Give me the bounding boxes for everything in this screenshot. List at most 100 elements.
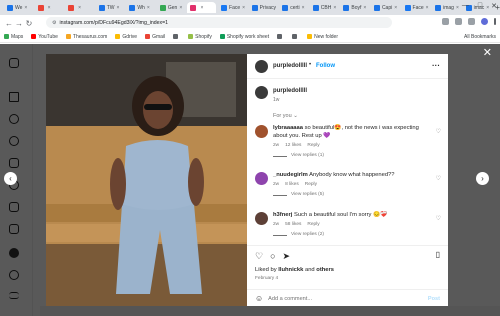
browser-tab[interactable]: CBH ×	[310, 2, 339, 13]
share-icon[interactable]: ➤	[283, 251, 291, 262]
comment-like-icon[interactable]: ♡	[436, 128, 441, 135]
tab-close-icon[interactable]: ×	[456, 5, 459, 11]
comment-likes[interactable]: 12 likes	[285, 143, 301, 149]
follow-button[interactable]: Follow	[316, 63, 335, 69]
emoji-icon[interactable]: ☺	[255, 294, 263, 303]
bookmark-label: New folder	[314, 33, 338, 40]
menu-icon[interactable]	[494, 18, 496, 25]
tab-close-icon[interactable]: ×	[117, 5, 120, 11]
extension-icon[interactable]	[468, 18, 475, 25]
save-icon[interactable]: ▯	[436, 250, 440, 259]
reload-icon[interactable]: ↻	[24, 19, 34, 28]
browser-tab[interactable]: Face ×	[218, 2, 247, 13]
tab-title: CBH	[320, 4, 332, 11]
tab-close-icon[interactable]: ×	[147, 5, 150, 11]
close-window-icon[interactable]: ✕	[491, 2, 497, 10]
browser-tab[interactable]: imag ×	[432, 2, 461, 13]
bookmark-item[interactable]	[173, 34, 180, 39]
back-icon[interactable]: ←	[4, 19, 14, 28]
for-you-label: For you	[273, 113, 292, 119]
bookmark-item[interactable]	[292, 34, 299, 39]
comment-likes[interactable]: 58 likes	[285, 222, 301, 228]
tab-title: Face	[412, 4, 424, 11]
forward-icon[interactable]: →	[14, 19, 24, 28]
author-username[interactable]: purpledolllll	[273, 63, 307, 69]
tab-close-icon[interactable]: ×	[200, 5, 203, 11]
browser-tab[interactable]: Wh ×	[126, 2, 155, 13]
tab-title: certi	[290, 4, 300, 11]
bookmark-label: Gmail	[152, 33, 166, 40]
browser-tab[interactable]: Capi ×	[371, 2, 400, 13]
reply-button[interactable]: Reply	[305, 182, 317, 188]
extension-icon[interactable]	[455, 18, 462, 25]
browser-tab[interactable]: certi ×	[279, 2, 308, 13]
bookmark-item[interactable]: Shopify	[188, 34, 212, 40]
liked-by-user[interactable]: lluhnickk	[278, 267, 303, 273]
bookmark-item[interactable]: YouTube	[31, 34, 58, 40]
close-icon[interactable]: ✕	[483, 46, 492, 59]
commenter-username[interactable]: h3fnerj	[273, 212, 292, 218]
liked-others[interactable]: others	[316, 267, 334, 273]
tab-close-icon[interactable]: ×	[242, 5, 245, 11]
comment-like-icon[interactable]: ♡	[436, 175, 441, 182]
commenter-avatar[interactable]	[255, 172, 268, 185]
profile-icon[interactable]	[481, 18, 488, 25]
like-icon[interactable]: ♡	[255, 251, 263, 262]
tab-close-icon[interactable]: ×	[48, 5, 51, 11]
view-replies[interactable]: View replies (2)	[273, 232, 433, 238]
bookmark-item[interactable]	[277, 34, 284, 39]
tab-close-icon[interactable]: ×	[363, 5, 366, 11]
tab-close-icon[interactable]: ×	[394, 5, 397, 11]
bookmark-item[interactable]: Shopify work sheet	[219, 34, 269, 40]
prev-post-arrow[interactable]: ‹	[4, 172, 17, 185]
maximize-icon[interactable]: □	[478, 2, 482, 10]
tab-close-icon[interactable]: ×	[302, 5, 305, 11]
extension-icon[interactable]	[442, 18, 449, 25]
reply-button[interactable]: Reply	[307, 143, 319, 149]
comment-like-icon[interactable]: ♡	[436, 215, 441, 222]
url-text: instagram.com/p/DFcu94Egd3lX/?img_index=…	[59, 19, 169, 26]
site-info-icon[interactable]: ⚙	[52, 20, 56, 26]
tab-close-icon[interactable]: ×	[24, 5, 27, 11]
author-avatar[interactable]	[255, 60, 268, 73]
comment-icon[interactable]: ○	[270, 251, 275, 262]
for-you-filter[interactable]: For you ⌄	[273, 113, 298, 119]
bookmark-item[interactable]: Gmail	[145, 34, 165, 40]
bookmark-item[interactable]: Gdrive	[115, 34, 137, 40]
reply-button[interactable]: Reply	[307, 222, 319, 228]
browser-tab[interactable]: ×	[35, 2, 64, 13]
caption-username[interactable]: purpledolllll	[273, 88, 307, 94]
commenter-username[interactable]: lybraaaaaa	[273, 125, 303, 131]
tab-favicon-icon	[343, 4, 350, 11]
commenter-username[interactable]: _nuudegirlm	[273, 172, 308, 178]
browser-tab[interactable]: Boyf ×	[340, 2, 369, 13]
comment-likes[interactable]: 8 likes	[285, 182, 299, 188]
all-bookmarks[interactable]: All Bookmarks	[464, 34, 496, 40]
browser-tab[interactable]: TW ×	[96, 2, 125, 13]
tab-favicon-icon	[373, 4, 380, 11]
tab-close-icon[interactable]: ×	[426, 5, 429, 11]
next-post-arrow[interactable]: ›	[476, 172, 489, 185]
browser-tab[interactable]: Privacy×	[249, 2, 278, 13]
browser-tab[interactable]: ×	[187, 2, 217, 13]
post-comment-button[interactable]: Post	[428, 296, 440, 302]
browser-tab[interactable]: Face ×	[402, 2, 431, 13]
bookmark-item[interactable]: Maps	[4, 34, 23, 40]
browser-tab[interactable]: We ×	[4, 2, 33, 13]
browser-tab[interactable]: ×	[65, 2, 94, 13]
view-replies[interactable]: View replies (5)	[273, 192, 433, 198]
tab-close-icon[interactable]: ×	[179, 5, 182, 11]
commenter-avatar[interactable]	[255, 125, 268, 138]
tab-close-icon[interactable]: ×	[78, 5, 81, 11]
caption-avatar[interactable]	[255, 86, 268, 99]
add-comment-input[interactable]: Add a comment...	[268, 296, 312, 302]
address-bar[interactable]: ⚙ instagram.com/p/DFcu94Egd3lX/?img_inde…	[46, 17, 392, 28]
view-replies[interactable]: View replies (1)	[273, 153, 433, 159]
tab-close-icon[interactable]: ×	[333, 5, 336, 11]
minimize-icon[interactable]: —	[462, 2, 469, 10]
commenter-avatar[interactable]	[255, 212, 268, 225]
bookmark-item[interactable]: Thesaurus.com	[65, 34, 107, 40]
more-options-icon[interactable]: ···	[432, 61, 440, 70]
browser-tab[interactable]: Gen ×	[157, 2, 186, 13]
bookmark-item[interactable]: New folder	[307, 34, 338, 40]
